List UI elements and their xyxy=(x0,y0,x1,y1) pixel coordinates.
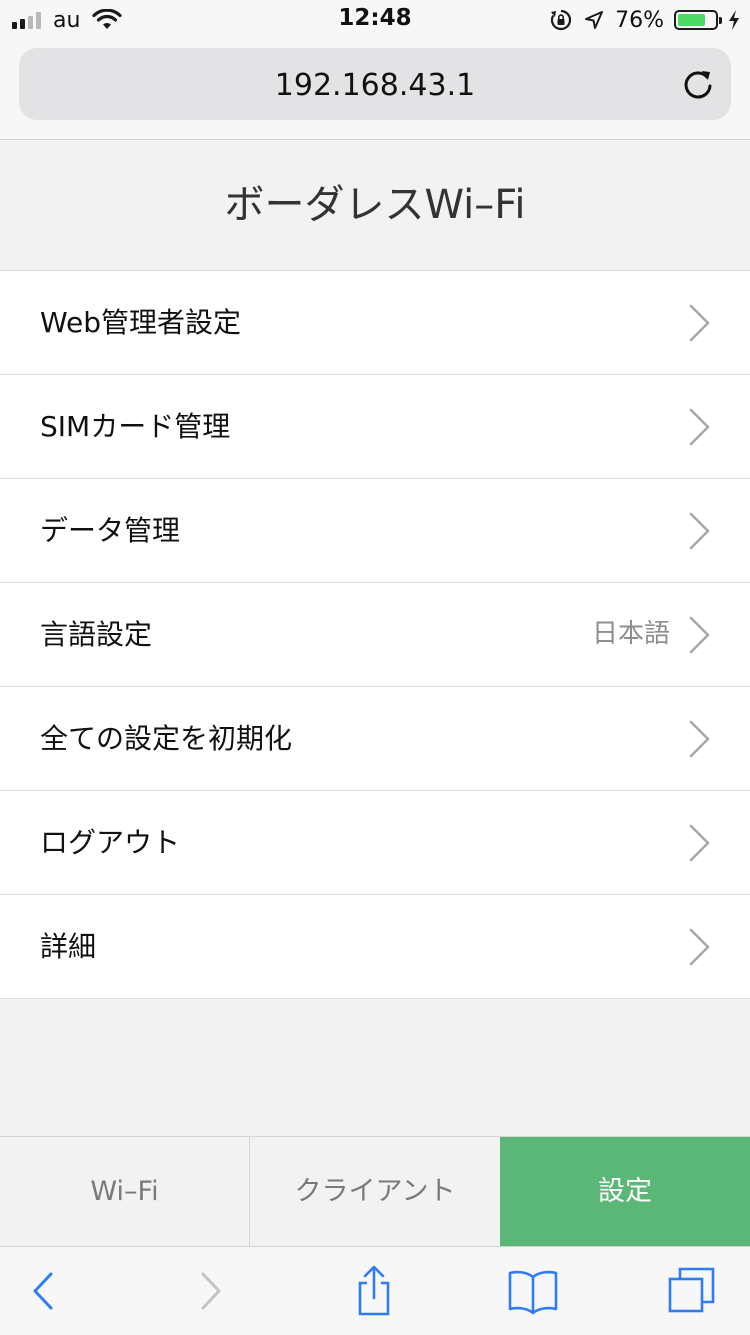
share-icon xyxy=(358,1265,390,1316)
forward-icon xyxy=(201,1272,221,1310)
bookmarks-button[interactable] xyxy=(507,1265,559,1317)
menu-item-label: 詳細 xyxy=(40,930,97,963)
chevron-right-icon xyxy=(689,928,710,966)
browser-toolbar xyxy=(0,1246,750,1335)
app-tab-bar: Wi–Fi クライアント 設定 xyxy=(0,1136,750,1247)
chevron-right-icon xyxy=(689,824,710,862)
menu-item-label: 言語設定 xyxy=(40,618,153,651)
tab-client[interactable]: クライアント xyxy=(250,1137,500,1247)
menu-item-label: SIMカード管理 xyxy=(40,410,231,443)
bookmarks-icon xyxy=(508,1270,558,1315)
menu-item-sim-card[interactable]: SIMカード管理 xyxy=(0,375,750,479)
menu-item-details[interactable]: 詳細 xyxy=(0,895,750,999)
battery-level xyxy=(678,14,705,26)
address-bar-area: 192.168.43.1 xyxy=(0,40,750,140)
chevron-right-icon xyxy=(689,304,710,342)
menu-item-factory-reset[interactable]: 全ての設定を初期化 xyxy=(0,687,750,791)
page-title: ボーダレスWi–Fi xyxy=(224,182,526,228)
menu-item-language[interactable]: 言語設定 日本語 xyxy=(0,583,750,687)
menu-item-data[interactable]: データ管理 xyxy=(0,479,750,583)
status-bar: au 12:48 76% xyxy=(0,0,750,40)
chevron-right-icon xyxy=(689,616,710,654)
menu-item-label: ログアウト xyxy=(40,826,181,859)
share-button[interactable] xyxy=(348,1265,400,1317)
orientation-lock-icon xyxy=(550,9,572,31)
chevron-right-icon xyxy=(689,720,710,758)
menu-item-value: 日本語 xyxy=(591,619,670,649)
address-field[interactable]: 192.168.43.1 xyxy=(19,48,731,120)
reload-icon[interactable] xyxy=(681,68,715,102)
forward-button[interactable] xyxy=(185,1265,237,1317)
menu-item-logout[interactable]: ログアウト xyxy=(0,791,750,895)
menu-item-label: データ管理 xyxy=(40,514,181,547)
chevron-right-icon xyxy=(689,512,710,550)
back-button[interactable] xyxy=(17,1265,69,1317)
back-icon xyxy=(33,1272,53,1310)
tabs-icon xyxy=(668,1267,715,1313)
menu-item-web-admin[interactable]: Web管理者設定 xyxy=(0,271,750,375)
battery-percentage: 76% xyxy=(615,7,664,33)
tab-wifi[interactable]: Wi–Fi xyxy=(0,1137,250,1247)
charging-bolt-icon xyxy=(729,10,739,30)
tab-settings[interactable]: 設定 xyxy=(500,1137,750,1247)
menu-item-label: 全ての設定を初期化 xyxy=(40,722,293,755)
battery-icon xyxy=(674,10,722,30)
url-text[interactable]: 192.168.43.1 xyxy=(19,68,731,103)
tabs-button[interactable] xyxy=(666,1265,718,1317)
menu-item-label: Web管理者設定 xyxy=(40,306,242,339)
chevron-right-icon xyxy=(689,408,710,446)
settings-menu: Web管理者設定 SIMカード管理 データ管理 言語設定 日本語 全ての設定を初… xyxy=(0,270,750,999)
location-arrow-icon xyxy=(585,11,604,29)
